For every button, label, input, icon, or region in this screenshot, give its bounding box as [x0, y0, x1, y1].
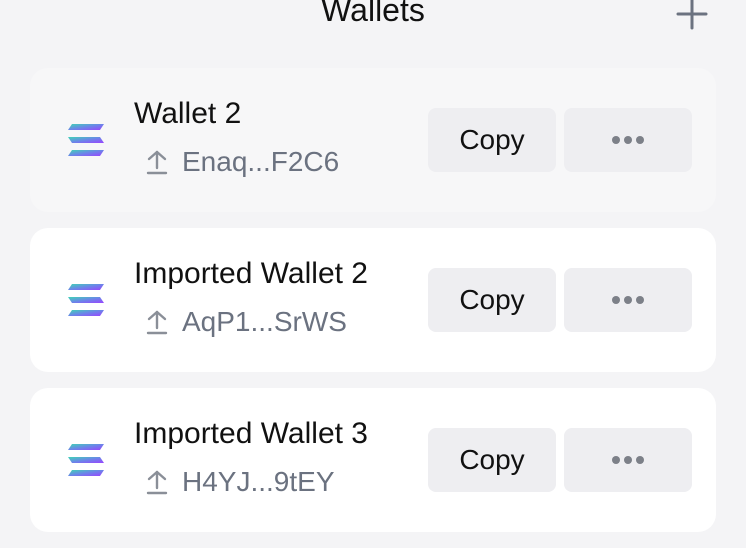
- ellipsis-icon: [612, 296, 644, 304]
- wallet-address-text: H4YJ...9tEY: [182, 466, 335, 497]
- more-options-button[interactable]: [564, 268, 692, 332]
- solana-logo-icon: [68, 124, 104, 156]
- copy-address-button[interactable]: Copy: [428, 428, 556, 492]
- copy-address-button[interactable]: Copy: [428, 108, 556, 172]
- ellipsis-icon: [612, 456, 644, 464]
- wallets-header: Wallets: [0, 0, 746, 40]
- copy-address-button[interactable]: Copy: [428, 268, 556, 332]
- add-wallet-button[interactable]: [672, 0, 712, 34]
- wallet-name: Wallet 2: [134, 97, 242, 130]
- wallet-address-text: AqP1...SrWS: [182, 306, 347, 337]
- wallet-card[interactable]: Imported Wallet 2 AqP1...SrWS Copy: [30, 228, 716, 372]
- solana-logo-icon: [68, 444, 104, 476]
- plus-icon: [676, 0, 708, 30]
- upload-icon: [146, 470, 168, 495]
- upload-icon: [146, 150, 168, 175]
- page-title: Wallets: [321, 0, 425, 28]
- upload-icon: [146, 310, 168, 335]
- wallet-card[interactable]: Wallet 2 Enaq...F2C6 Copy: [30, 68, 716, 212]
- wallet-name: Imported Wallet 3: [134, 417, 368, 450]
- more-options-button[interactable]: [564, 108, 692, 172]
- wallet-address[interactable]: Enaq...F2C6: [146, 144, 339, 180]
- wallet-card[interactable]: Imported Wallet 3 H4YJ...9tEY Copy: [30, 388, 716, 532]
- wallet-address[interactable]: H4YJ...9tEY: [146, 464, 335, 500]
- wallet-address[interactable]: AqP1...SrWS: [146, 304, 347, 340]
- ellipsis-icon: [612, 136, 644, 144]
- wallet-name: Imported Wallet 2: [134, 257, 368, 290]
- more-options-button[interactable]: [564, 428, 692, 492]
- solana-logo-icon: [68, 284, 104, 316]
- wallet-address-text: Enaq...F2C6: [182, 146, 340, 177]
